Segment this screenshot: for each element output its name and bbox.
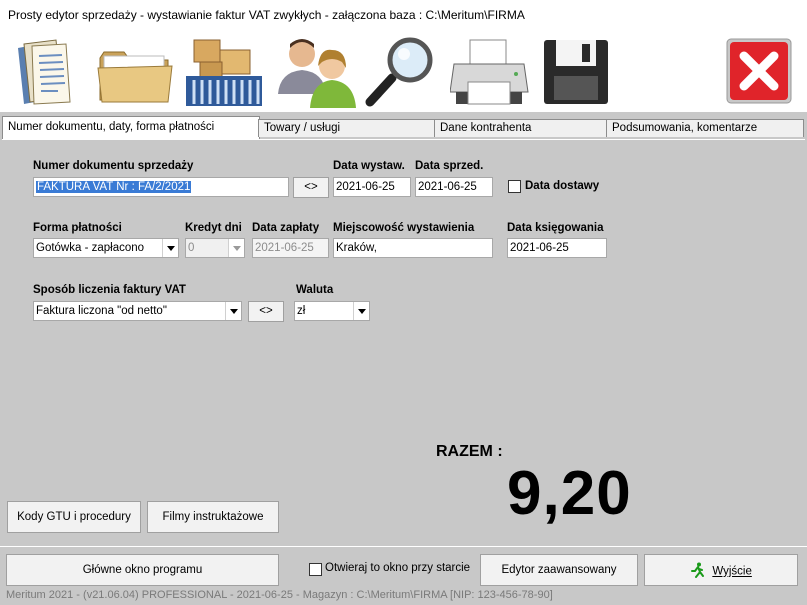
- calc-method-select[interactable]: Faktura liczona "od netto": [33, 301, 242, 321]
- tab-goods-services[interactable]: Towary / usługi: [258, 119, 436, 137]
- chevron-down-icon[interactable]: [225, 302, 241, 320]
- tab-summary-comments[interactable]: Podsumowania, komentarze: [606, 119, 804, 137]
- tab-bar: Numer dokumentu, daty, forma płatności T…: [0, 112, 807, 140]
- window-title: Prosty edytor sprzedaży - wystawianie fa…: [0, 0, 807, 30]
- sale-date-field[interactable]: 2021-06-25: [415, 177, 493, 197]
- folder-icon[interactable]: [96, 36, 174, 108]
- doc-number-value: FAKTURA VAT Nr : FA/2/2021: [36, 181, 192, 193]
- toolbar: [0, 30, 807, 112]
- calc-method-label: Sposób liczenia faktury VAT: [33, 284, 186, 296]
- issue-date-field[interactable]: 2021-06-25: [333, 177, 411, 197]
- issue-date-label: Data wystaw.: [333, 160, 405, 172]
- document-icon[interactable]: [12, 36, 78, 108]
- payment-form-label: Forma płatności: [33, 222, 122, 234]
- calc-method-toggle-button[interactable]: <>: [248, 301, 284, 322]
- payment-date-label: Data zapłaty: [252, 222, 320, 234]
- sale-date-label: Data sprzed.: [415, 160, 484, 172]
- place-field[interactable]: Kraków,: [333, 238, 493, 258]
- booking-date-label: Data księgowania: [507, 222, 604, 234]
- total-value: 9,20: [507, 459, 632, 528]
- currency-value: zł: [297, 305, 306, 317]
- credit-days-value: 0: [188, 242, 195, 254]
- chevron-down-icon[interactable]: [353, 302, 369, 320]
- open-at-start-checkbox[interactable]: [309, 563, 322, 576]
- credit-days-select[interactable]: 0: [185, 238, 245, 258]
- booking-date-field[interactable]: 2021-06-25: [507, 238, 607, 258]
- printer-icon[interactable]: [449, 36, 530, 108]
- delivery-date-label: Data dostawy: [525, 180, 600, 192]
- advanced-editor-button[interactable]: Edytor zaawansowany: [480, 554, 638, 586]
- status-bar: Meritum 2021 - (v21.06.04) PROFESSIONAL …: [6, 589, 553, 601]
- instruction-films-button[interactable]: Filmy instruktażowe: [147, 501, 279, 533]
- open-at-start-label: Otwieraj to okno przy starcie: [325, 562, 471, 574]
- total-label: RAZEM :: [436, 443, 503, 460]
- main-panel: Numer dokumentu sprzedaży FAKTURA VAT Nr…: [2, 139, 805, 543]
- tab-document-dates-payment[interactable]: Numer dokumentu, daty, forma płatności: [2, 116, 260, 139]
- delivery-date-checkbox[interactable]: [508, 180, 521, 193]
- doc-number-toggle-button[interactable]: <>: [293, 177, 329, 198]
- currency-select[interactable]: zł: [294, 301, 370, 321]
- exit-button[interactable]: Wyjście: [644, 554, 798, 586]
- exit-label: Wyjście: [712, 565, 752, 578]
- payment-form-value: Gotówka - zapłacono: [36, 242, 145, 254]
- payment-form-select[interactable]: Gotówka - zapłacono: [33, 238, 179, 258]
- doc-number-label: Numer dokumentu sprzedaży: [33, 160, 194, 172]
- close-icon[interactable]: [726, 38, 792, 110]
- payment-date-field[interactable]: 2021-06-25: [252, 238, 329, 258]
- currency-label: Waluta: [296, 284, 334, 296]
- search-icon[interactable]: [362, 36, 442, 108]
- chevron-down-icon[interactable]: [228, 239, 244, 257]
- tab-contractor-data[interactable]: Dane kontrahenta: [434, 119, 608, 137]
- place-label: Miejscowość wystawienia: [333, 222, 475, 234]
- main-window-button[interactable]: Główne okno programu: [6, 554, 279, 586]
- save-icon[interactable]: [542, 36, 610, 108]
- warehouse-icon[interactable]: [184, 36, 264, 108]
- running-man-icon: [690, 562, 706, 581]
- credit-days-label: Kredyt dni: [185, 222, 242, 234]
- doc-number-field[interactable]: FAKTURA VAT Nr : FA/2/2021: [33, 177, 289, 197]
- bottom-bar: Główne okno programu Otwieraj to okno pr…: [0, 546, 807, 588]
- gtu-codes-button[interactable]: Kody GTU i procedury: [7, 501, 141, 533]
- calc-method-value: Faktura liczona "od netto": [36, 305, 167, 317]
- chevron-down-icon[interactable]: [162, 239, 178, 257]
- contractors-icon[interactable]: [276, 36, 360, 108]
